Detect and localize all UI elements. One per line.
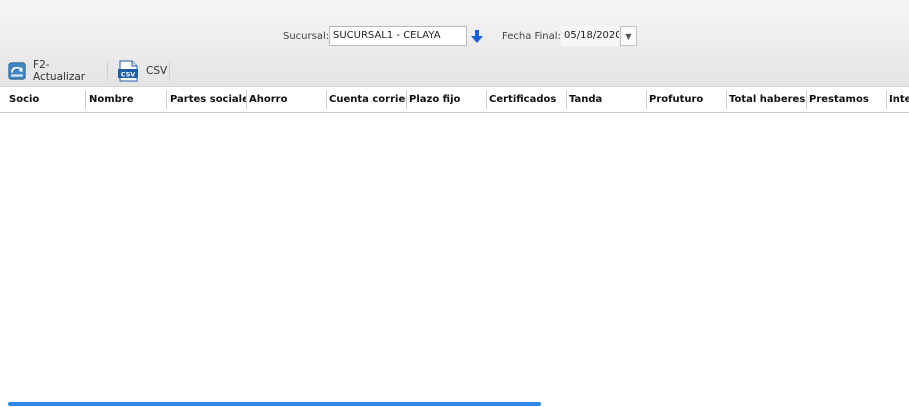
sucursal-label: Sucursal: [283,31,330,42]
filters-row: Sucursal: SUCURSAL1 - CELAYA Fecha Final… [0,25,909,49]
fecha-final-input[interactable]: 05/18/2020 [561,26,619,46]
column-header-profuturo[interactable]: Profuturo [646,87,726,112]
column-header-plazo-fijo[interactable]: Plazo fijo [406,87,486,112]
column-header-socio[interactable]: Socio [6,87,84,112]
column-header-prestamos[interactable]: Prestamos [806,87,886,112]
column-header-tanda[interactable]: Tanda [566,87,646,112]
csv-button[interactable]: CSV CSV [117,58,167,84]
triangle-down-icon: ▼ [625,31,632,41]
column-header-ahorro[interactable]: Ahorro [246,87,326,112]
arrow-down-icon [471,29,483,43]
fecha-final-label: Fecha Final: [502,31,561,42]
column-header-certificados[interactable]: Certificados [486,87,566,112]
refresh-label: F2-Actualizar [33,59,86,83]
sucursal-input[interactable]: SUCURSAL1 - CELAYA [329,26,467,46]
column-header-total-haberes[interactable]: Total haberes [726,87,806,112]
column-header-cuenta-corriente[interactable]: Cuenta corrien [326,87,406,112]
column-header-nombre[interactable]: Nombre [86,87,166,112]
top-panel: Sucursal: SUCURSAL1 - CELAYA Fecha Final… [0,0,909,87]
column-header-partes-sociales[interactable]: Partes sociales [167,87,246,112]
loading-progress-bar [8,402,541,406]
grid-header: Socio Nombre Partes sociales Ahorro Cuen… [0,87,909,113]
column-header-intereses[interactable]: Inte [886,87,909,112]
csv-icon-text: CSV [121,71,136,79]
toolbar-divider [169,61,170,81]
csv-label: CSV [146,65,168,77]
csv-file-icon: CSV [118,60,138,82]
refresh-button[interactable]: F2-Actualizar [8,58,89,84]
sucursal-select-button[interactable] [469,28,485,45]
toolbar-divider [107,61,108,81]
refresh-icon [8,62,26,80]
fecha-dropdown-button[interactable]: ▼ [620,26,637,46]
